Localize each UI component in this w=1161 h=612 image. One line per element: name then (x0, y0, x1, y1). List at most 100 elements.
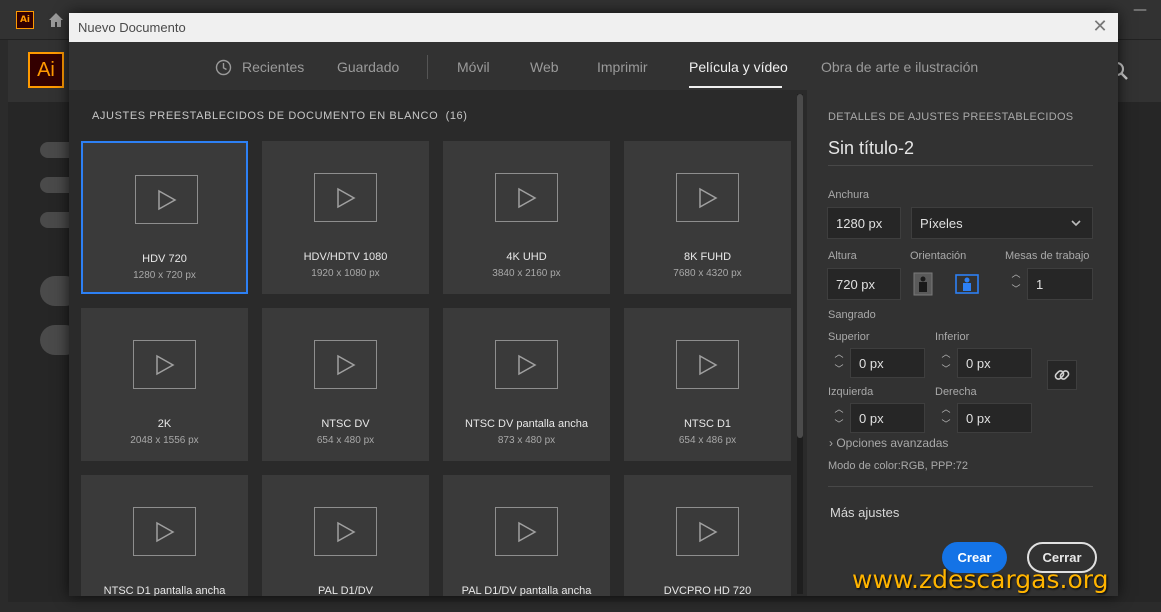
width-input[interactable]: 1280 px (827, 207, 901, 239)
preset-card[interactable]: 4K UHD 3840 x 2160 px (443, 141, 610, 294)
increment-icon[interactable]: ︿ (935, 348, 957, 363)
dialog-title: Nuevo Documento (78, 20, 186, 35)
height-input[interactable]: 720 px (827, 268, 901, 300)
presets-scroll-thumb[interactable] (797, 94, 803, 438)
category-tabbar: Recientes Guardado Móvil Web Imprimir Pe… (69, 42, 1118, 90)
tab-recientes[interactable]: Recientes (242, 59, 304, 75)
tab-imprimir[interactable]: Imprimir (597, 59, 648, 75)
play-icon (518, 521, 537, 543)
video-preset-thumbnail (314, 507, 377, 556)
active-tab-indicator (689, 86, 782, 88)
units-select[interactable]: Píxeles (911, 207, 1093, 239)
document-name-underline (828, 165, 1093, 166)
video-preset-thumbnail (676, 507, 739, 556)
preset-card[interactable]: PAL D1/DV (262, 475, 429, 596)
bleed-right-label: Derecha (935, 386, 977, 398)
bleed-left-input[interactable]: 0 px (850, 403, 925, 433)
video-preset-thumbnail (133, 507, 196, 556)
preset-dimensions: 873 x 480 px (497, 435, 556, 446)
preset-dimensions: 3840 x 2160 px (492, 268, 561, 279)
presets-header: AJUSTES PREESTABLECIDOS DE DOCUMENTO EN … (92, 110, 468, 122)
increment-icon[interactable]: ︿ (1005, 268, 1027, 283)
orientation-label: Orientación (910, 250, 967, 262)
preset-dimensions: 7680 x 4320 px (673, 268, 742, 279)
preset-name: HDV/HDTV 1080 (303, 251, 388, 263)
preset-card[interactable]: NTSC D1 654 x 486 px (624, 308, 791, 461)
decrement-icon[interactable]: ﹀ (828, 363, 850, 378)
video-preset-thumbnail (314, 173, 377, 222)
portrait-orientation-icon[interactable] (911, 272, 935, 296)
preset-card[interactable]: HDV 720 1280 x 720 px (81, 141, 248, 294)
home-icon[interactable] (46, 10, 66, 30)
decrement-icon[interactable]: ﹀ (935, 418, 957, 433)
preset-card[interactable]: HDV/HDTV 1080 1920 x 1080 px (262, 141, 429, 294)
tab-obra-arte[interactable]: Obra de arte e ilustración (821, 59, 978, 75)
presets-scrollbar[interactable] (797, 94, 803, 594)
play-icon (156, 521, 175, 543)
play-icon (699, 187, 718, 209)
preset-card[interactable]: NTSC DV pantalla ancha 873 x 480 px (443, 308, 610, 461)
decrement-icon[interactable]: ﹀ (1005, 283, 1027, 298)
illustrator-logo: Ai (28, 52, 64, 88)
clock-icon (215, 59, 232, 76)
video-preset-thumbnail (495, 507, 558, 556)
preset-card[interactable]: PAL D1/DV pantalla ancha (443, 475, 610, 596)
preset-name: 4K UHD (506, 251, 547, 263)
play-icon (699, 521, 718, 543)
tab-divider (427, 55, 428, 79)
details-header: DETALLES DE AJUSTES PREESTABLECIDOS (828, 111, 1074, 123)
preset-name: PAL D1/DV (317, 585, 374, 596)
video-preset-thumbnail (676, 340, 739, 389)
increment-icon[interactable]: ︿ (828, 348, 850, 363)
preset-card[interactable]: NTSC DV 654 x 480 px (262, 308, 429, 461)
preset-card[interactable]: DVCPRO HD 720 (624, 475, 791, 596)
preset-card[interactable]: 2K 2048 x 1556 px (81, 308, 248, 461)
video-preset-thumbnail (135, 175, 198, 224)
decrement-icon[interactable]: ﹀ (828, 418, 850, 433)
illustrator-app-icon: Ai (16, 11, 34, 29)
link-icon (1054, 370, 1070, 380)
artboards-input[interactable]: 1 (1027, 268, 1093, 300)
decrement-icon[interactable]: ﹀ (935, 363, 957, 378)
artboards-stepper[interactable]: ︿ ﹀ (1005, 268, 1027, 298)
tab-movil[interactable]: Móvil (457, 59, 490, 75)
dialog-close-button[interactable]: ✕ (1090, 17, 1110, 37)
color-mode-info: Modo de color:RGB, PPP:72 (828, 460, 969, 472)
bleed-bottom-input[interactable]: 0 px (957, 348, 1032, 378)
artboards-label: Mesas de trabajo (1005, 250, 1090, 262)
bleed-right-stepper[interactable]: ︿ ﹀ (935, 403, 957, 433)
bleed-right-input[interactable]: 0 px (957, 403, 1032, 433)
play-icon (699, 354, 718, 376)
preset-name: PAL D1/DV pantalla ancha (461, 585, 592, 596)
bleed-top-stepper[interactable]: ︿ ﹀ (828, 348, 850, 378)
link-bleed-button[interactable] (1047, 360, 1077, 390)
preset-dimensions: 1280 x 720 px (133, 270, 196, 281)
bleed-left-label: Izquierda (828, 386, 874, 398)
increment-icon[interactable]: ︿ (935, 403, 957, 418)
preset-dimensions: 654 x 486 px (678, 435, 737, 446)
advanced-options-toggle[interactable]: › Opciones avanzadas (829, 436, 948, 450)
preset-dimensions: 654 x 480 px (316, 435, 375, 446)
minimize-button[interactable]: — (1130, 2, 1150, 22)
preset-card[interactable]: 8K FUHD 7680 x 4320 px (624, 141, 791, 294)
presets-panel: AJUSTES PREESTABLECIDOS DE DOCUMENTO EN … (69, 90, 807, 596)
tab-guardado[interactable]: Guardado (337, 59, 399, 75)
bleed-top-input[interactable]: 0 px (850, 348, 925, 378)
play-icon (337, 521, 356, 543)
preset-card[interactable]: NTSC D1 pantalla ancha (81, 475, 248, 596)
tab-pelicula-video[interactable]: Película y vídeo (689, 59, 788, 75)
video-preset-thumbnail (133, 340, 196, 389)
presets-count: (16) (445, 110, 468, 122)
presets-header-title: AJUSTES PREESTABLECIDOS DE DOCUMENTO EN … (92, 110, 439, 122)
bleed-left-stepper[interactable]: ︿ ﹀ (828, 403, 850, 433)
tab-web[interactable]: Web (530, 59, 559, 75)
play-icon (156, 354, 175, 376)
preset-dimensions: 2048 x 1556 px (130, 435, 199, 446)
landscape-orientation-icon[interactable] (953, 272, 981, 296)
increment-icon[interactable]: ︿ (828, 403, 850, 418)
more-settings-button[interactable]: Más ajustes (830, 505, 899, 520)
video-preset-thumbnail (314, 340, 377, 389)
document-name-input[interactable]: Sin título-2 (828, 138, 914, 159)
bleed-bottom-stepper[interactable]: ︿ ﹀ (935, 348, 957, 378)
play-icon (337, 354, 356, 376)
